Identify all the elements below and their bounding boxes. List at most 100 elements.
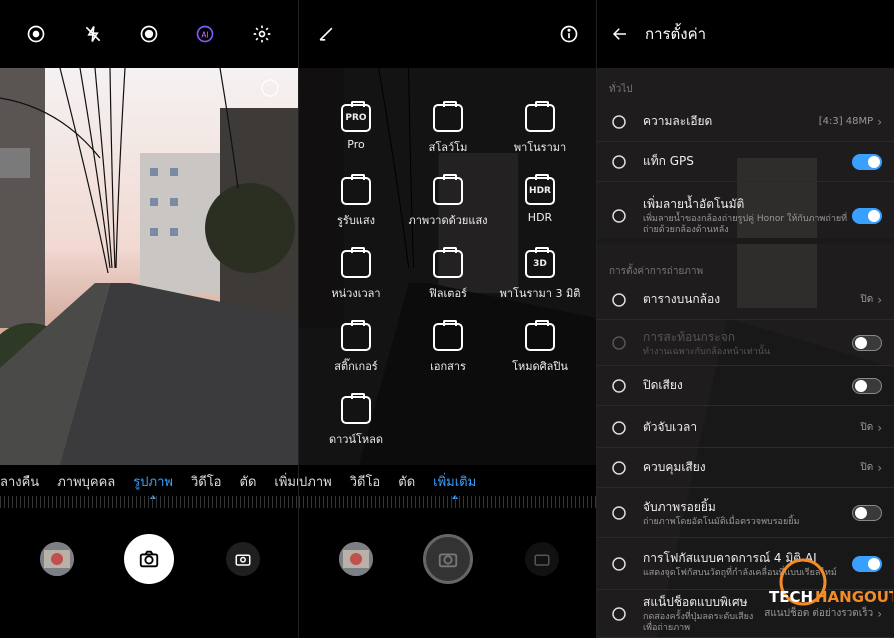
mode-photo[interactable]: ปภาพ	[299, 471, 332, 492]
flash-off-icon[interactable]	[82, 23, 104, 45]
mode-item-7[interactable]: ฟิลเตอร์	[403, 247, 493, 302]
settings-row-smile[interactable]: จับภาพรอยยิ้ม ถ่ายภาพโดยอัตโนมัติเมื่อตรว…	[597, 488, 894, 538]
light-painting-icon	[433, 174, 463, 205]
mode-night[interactable]: ลางคืน	[0, 471, 39, 492]
mode-item-0[interactable]: PRO Pro	[311, 101, 401, 151]
switch-camera-icon[interactable]	[226, 542, 260, 576]
mode-more[interactable]: เพิ่มเติม	[433, 471, 476, 499]
artist-icon	[525, 320, 555, 351]
camera-panel-photo: AI ลางคืน ภาพบุคคล รูปภาพ วิดีโอ ตัด เพิ…	[0, 0, 298, 638]
chevron-right-icon: ›	[877, 114, 882, 129]
settings-row-text: ตัวจับเวลา	[643, 418, 860, 437]
mode-item-2[interactable]: พาโนรามา	[495, 101, 585, 156]
camera-settings-panel: การตั้งค่า ทั่วไป การตั้งค่าการถ่ายภาพ ค…	[596, 0, 894, 638]
settings-row-subtitle: ทำงานเฉพาะกับกล้องหน้าเท่านั้น	[643, 346, 771, 357]
settings-row-stamp[interactable]: เพิ่มลายน้ำอัตโนมัติ เพิ่มลายน้ำของกล้องถ…	[597, 190, 894, 242]
mode-item-label: เอกสาร	[430, 360, 466, 373]
mirror-icon	[609, 333, 629, 353]
document-icon	[433, 320, 463, 351]
mode-item-5[interactable]: HDR HDR	[495, 174, 585, 224]
mode-item-4[interactable]: ภาพวาดด้วยแสง	[403, 174, 493, 229]
mode-portrait[interactable]: ภาพบุคคล	[57, 471, 115, 492]
toggle-knob	[868, 209, 880, 222]
mode-more[interactable]: เพิ่มเติ	[274, 471, 298, 492]
settings-row-text: การสะท้อนกระจก ทำงานเฉพาะกับกล้องหน้าเท่า…	[643, 328, 852, 358]
settings-gear-icon[interactable]	[251, 23, 273, 45]
mode-strip[interactable]: ลางคืน ภาพบุคคล รูปภาพ วิดีโอ ตัด เพิ่มเ…	[0, 466, 298, 499]
svg-text:TECH: TECH	[769, 588, 813, 606]
settings-list[interactable]: ทั่วไป การตั้งค่าการถ่ายภาพ ความละเอียด […	[597, 68, 894, 638]
mode-item-11[interactable]: โหมดศิลปิน	[495, 320, 585, 375]
mode-photo[interactable]: รูปภาพ	[133, 471, 173, 499]
toggle-switch[interactable]	[852, 504, 882, 521]
settings-row-mute[interactable]: ปิดเสียง	[597, 366, 894, 406]
settings-row-timer[interactable]: ตัวจับเวลา ปิด ›	[597, 408, 894, 448]
settings-row-title: ตารางบนกล้อง	[643, 292, 721, 306]
settings-row-location[interactable]: แท็ก GPS	[597, 142, 894, 182]
gallery-thumbnail[interactable]	[40, 542, 74, 576]
grid-icon	[609, 290, 629, 310]
toggle-knob	[855, 336, 867, 349]
gallery-thumbnail[interactable]	[339, 542, 373, 576]
mode-item-9[interactable]: สติ๊กเกอร์	[311, 320, 401, 375]
mode-item-1[interactable]: สโลว์โม	[403, 101, 493, 156]
settings-row-title: ตัวจับเวลา	[643, 420, 698, 434]
settings-row-audio-control[interactable]: ควบคุมเสียง ปิด ›	[597, 448, 894, 488]
shutter-button[interactable]	[124, 534, 174, 584]
aperture-mode-icon[interactable]	[138, 23, 160, 45]
viewfinder-preview[interactable]	[0, 68, 298, 465]
mode-item-6[interactable]: หน่วงเวลา	[311, 247, 401, 302]
mode-cut[interactable]: ตัด	[398, 471, 415, 492]
settings-row-resolution[interactable]: ความละเอียด [4:3] 48MP ›	[597, 102, 894, 142]
download-icon	[341, 393, 371, 424]
camera-top-bar: AI	[0, 0, 298, 68]
settings-row-mirror: การสะท้อนกระจก ทำงานเฉพาะกับกล้องหน้าเท่า…	[597, 320, 894, 366]
mode-item-10[interactable]: เอกสาร	[403, 320, 493, 375]
svg-text:AI: AI	[202, 30, 209, 39]
mode-item-label: พาโนรามา 3 มิติ	[499, 287, 581, 300]
mode-item-label: Pro	[347, 138, 365, 151]
info-icon[interactable]	[558, 23, 580, 45]
mode-item-12[interactable]: ดาวน์โหลด	[311, 393, 401, 448]
mode-cut[interactable]: ตัด	[240, 471, 257, 492]
mode-item-3[interactable]: รูรับแสง	[311, 174, 401, 229]
settings-row-text: ปิดเสียง	[643, 376, 852, 395]
edit-icon[interactable]	[315, 23, 337, 45]
mode-item-8[interactable]: 3D พาโนรามา 3 มิติ	[495, 247, 585, 302]
settings-row-text: สแน็ปช็อตแบบพิเศษ กดสองครั้งที่ปุ่มลดระดั…	[643, 593, 764, 634]
chevron-right-icon: ›	[877, 420, 882, 435]
mode-item-label: รูรับแสง	[337, 214, 375, 227]
zoom-ticks	[0, 496, 298, 508]
settings-row-title: ปิดเสียง	[643, 378, 683, 392]
audio-control-icon	[609, 458, 629, 478]
sticker-icon	[341, 320, 371, 351]
toggle-switch[interactable]	[852, 153, 882, 170]
smile-icon	[609, 503, 629, 523]
eye-filter-icon[interactable]	[25, 23, 47, 45]
ai-icon[interactable]: AI	[194, 23, 216, 45]
settings-row-title: เพิ่มลายน้ำอัตโนมัติ	[643, 197, 745, 211]
settings-row-text: ควบคุมเสียง	[643, 458, 860, 477]
settings-row-text: แท็ก GPS	[643, 152, 852, 171]
stamp-icon	[609, 206, 629, 226]
mode-item-label: โหมดศิลปิน	[512, 360, 568, 373]
toggle-switch	[852, 334, 882, 351]
focus-icon	[609, 554, 629, 574]
mode-video[interactable]: วิดีโอ	[350, 471, 381, 492]
capture-row-2	[299, 520, 596, 600]
mode-strip-2[interactable]: ปภาพ วิดีโอ ตัด เพิ่มเติม	[299, 466, 596, 499]
mute-icon	[609, 376, 629, 396]
mode-item-label: สโลว์โม	[428, 141, 468, 154]
settings-row-text: จับภาพรอยยิ้ม ถ่ายภาพโดยอัตโนมัติเมื่อตรว…	[643, 498, 852, 528]
chevron-right-icon: ›	[877, 460, 882, 475]
toggle-switch[interactable]	[852, 377, 882, 394]
panorama-3d-icon: 3D	[525, 247, 555, 278]
resolution-icon	[609, 112, 629, 132]
mode-video[interactable]: วิดีโอ	[191, 471, 222, 492]
toggle-switch[interactable]	[852, 207, 882, 224]
settings-row-value: ปิด	[860, 462, 874, 473]
back-arrow-icon[interactable]	[611, 25, 629, 43]
svg-text:HANGOUT: HANGOUT	[815, 588, 893, 606]
chevron-right-icon: ›	[877, 292, 882, 307]
settings-row-grid[interactable]: ตารางบนกล้อง ปิด ›	[597, 280, 894, 320]
